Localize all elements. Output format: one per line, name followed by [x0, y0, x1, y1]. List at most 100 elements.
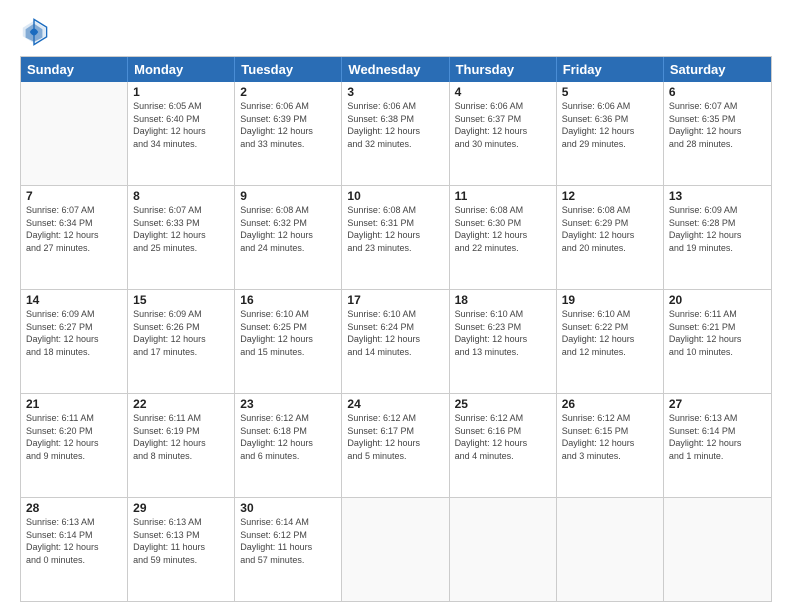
- day-cell-17: 17Sunrise: 6:10 AM Sunset: 6:24 PM Dayli…: [342, 290, 449, 393]
- calendar-body: 1Sunrise: 6:05 AM Sunset: 6:40 PM Daylig…: [21, 82, 771, 601]
- day-number: 18: [455, 293, 551, 307]
- day-cell-1: 1Sunrise: 6:05 AM Sunset: 6:40 PM Daylig…: [128, 82, 235, 185]
- weekday-header-saturday: Saturday: [664, 57, 771, 82]
- day-info: Sunrise: 6:11 AM Sunset: 6:19 PM Dayligh…: [133, 412, 229, 462]
- calendar-header: SundayMondayTuesdayWednesdayThursdayFrid…: [21, 57, 771, 82]
- day-number: 15: [133, 293, 229, 307]
- day-number: 10: [347, 189, 443, 203]
- day-number: 7: [26, 189, 122, 203]
- day-info: Sunrise: 6:13 AM Sunset: 6:13 PM Dayligh…: [133, 516, 229, 566]
- day-info: Sunrise: 6:10 AM Sunset: 6:22 PM Dayligh…: [562, 308, 658, 358]
- day-cell-23: 23Sunrise: 6:12 AM Sunset: 6:18 PM Dayli…: [235, 394, 342, 497]
- weekday-header-sunday: Sunday: [21, 57, 128, 82]
- day-info: Sunrise: 6:09 AM Sunset: 6:26 PM Dayligh…: [133, 308, 229, 358]
- day-number: 16: [240, 293, 336, 307]
- day-cell-5: 5Sunrise: 6:06 AM Sunset: 6:36 PM Daylig…: [557, 82, 664, 185]
- empty-cell-4-4: [450, 498, 557, 601]
- day-info: Sunrise: 6:07 AM Sunset: 6:35 PM Dayligh…: [669, 100, 766, 150]
- day-info: Sunrise: 6:14 AM Sunset: 6:12 PM Dayligh…: [240, 516, 336, 566]
- day-number: 21: [26, 397, 122, 411]
- logo: [20, 18, 52, 46]
- day-number: 14: [26, 293, 122, 307]
- weekday-header-tuesday: Tuesday: [235, 57, 342, 82]
- day-cell-8: 8Sunrise: 6:07 AM Sunset: 6:33 PM Daylig…: [128, 186, 235, 289]
- day-cell-4: 4Sunrise: 6:06 AM Sunset: 6:37 PM Daylig…: [450, 82, 557, 185]
- day-number: 5: [562, 85, 658, 99]
- weekday-header-friday: Friday: [557, 57, 664, 82]
- calendar-row-4: 28Sunrise: 6:13 AM Sunset: 6:14 PM Dayli…: [21, 498, 771, 601]
- day-number: 30: [240, 501, 336, 515]
- day-number: 24: [347, 397, 443, 411]
- day-number: 26: [562, 397, 658, 411]
- day-number: 29: [133, 501, 229, 515]
- header: [20, 18, 772, 46]
- calendar-row-0: 1Sunrise: 6:05 AM Sunset: 6:40 PM Daylig…: [21, 82, 771, 186]
- day-info: Sunrise: 6:09 AM Sunset: 6:28 PM Dayligh…: [669, 204, 766, 254]
- day-info: Sunrise: 6:12 AM Sunset: 6:15 PM Dayligh…: [562, 412, 658, 462]
- day-number: 23: [240, 397, 336, 411]
- day-number: 2: [240, 85, 336, 99]
- day-cell-16: 16Sunrise: 6:10 AM Sunset: 6:25 PM Dayli…: [235, 290, 342, 393]
- day-number: 25: [455, 397, 551, 411]
- day-info: Sunrise: 6:07 AM Sunset: 6:33 PM Dayligh…: [133, 204, 229, 254]
- day-cell-22: 22Sunrise: 6:11 AM Sunset: 6:19 PM Dayli…: [128, 394, 235, 497]
- day-number: 27: [669, 397, 766, 411]
- calendar-row-3: 21Sunrise: 6:11 AM Sunset: 6:20 PM Dayli…: [21, 394, 771, 498]
- weekday-header-thursday: Thursday: [450, 57, 557, 82]
- day-info: Sunrise: 6:10 AM Sunset: 6:24 PM Dayligh…: [347, 308, 443, 358]
- day-cell-13: 13Sunrise: 6:09 AM Sunset: 6:28 PM Dayli…: [664, 186, 771, 289]
- day-number: 3: [347, 85, 443, 99]
- day-info: Sunrise: 6:08 AM Sunset: 6:30 PM Dayligh…: [455, 204, 551, 254]
- empty-cell-4-6: [664, 498, 771, 601]
- day-info: Sunrise: 6:10 AM Sunset: 6:25 PM Dayligh…: [240, 308, 336, 358]
- calendar: SundayMondayTuesdayWednesdayThursdayFrid…: [20, 56, 772, 602]
- day-number: 11: [455, 189, 551, 203]
- day-number: 8: [133, 189, 229, 203]
- day-info: Sunrise: 6:10 AM Sunset: 6:23 PM Dayligh…: [455, 308, 551, 358]
- day-cell-7: 7Sunrise: 6:07 AM Sunset: 6:34 PM Daylig…: [21, 186, 128, 289]
- day-cell-12: 12Sunrise: 6:08 AM Sunset: 6:29 PM Dayli…: [557, 186, 664, 289]
- day-info: Sunrise: 6:11 AM Sunset: 6:20 PM Dayligh…: [26, 412, 122, 462]
- day-cell-3: 3Sunrise: 6:06 AM Sunset: 6:38 PM Daylig…: [342, 82, 449, 185]
- day-cell-10: 10Sunrise: 6:08 AM Sunset: 6:31 PM Dayli…: [342, 186, 449, 289]
- day-info: Sunrise: 6:05 AM Sunset: 6:40 PM Dayligh…: [133, 100, 229, 150]
- day-number: 19: [562, 293, 658, 307]
- day-number: 20: [669, 293, 766, 307]
- day-info: Sunrise: 6:08 AM Sunset: 6:31 PM Dayligh…: [347, 204, 443, 254]
- empty-cell-4-5: [557, 498, 664, 601]
- day-cell-25: 25Sunrise: 6:12 AM Sunset: 6:16 PM Dayli…: [450, 394, 557, 497]
- day-info: Sunrise: 6:09 AM Sunset: 6:27 PM Dayligh…: [26, 308, 122, 358]
- day-info: Sunrise: 6:11 AM Sunset: 6:21 PM Dayligh…: [669, 308, 766, 358]
- empty-cell-4-3: [342, 498, 449, 601]
- calendar-row-2: 14Sunrise: 6:09 AM Sunset: 6:27 PM Dayli…: [21, 290, 771, 394]
- day-info: Sunrise: 6:12 AM Sunset: 6:16 PM Dayligh…: [455, 412, 551, 462]
- day-cell-29: 29Sunrise: 6:13 AM Sunset: 6:13 PM Dayli…: [128, 498, 235, 601]
- day-number: 1: [133, 85, 229, 99]
- day-number: 28: [26, 501, 122, 515]
- day-number: 22: [133, 397, 229, 411]
- day-info: Sunrise: 6:12 AM Sunset: 6:18 PM Dayligh…: [240, 412, 336, 462]
- day-info: Sunrise: 6:13 AM Sunset: 6:14 PM Dayligh…: [669, 412, 766, 462]
- logo-icon: [20, 18, 48, 46]
- day-cell-19: 19Sunrise: 6:10 AM Sunset: 6:22 PM Dayli…: [557, 290, 664, 393]
- day-number: 4: [455, 85, 551, 99]
- day-cell-9: 9Sunrise: 6:08 AM Sunset: 6:32 PM Daylig…: [235, 186, 342, 289]
- weekday-header-monday: Monday: [128, 57, 235, 82]
- day-info: Sunrise: 6:06 AM Sunset: 6:37 PM Dayligh…: [455, 100, 551, 150]
- day-cell-11: 11Sunrise: 6:08 AM Sunset: 6:30 PM Dayli…: [450, 186, 557, 289]
- day-cell-21: 21Sunrise: 6:11 AM Sunset: 6:20 PM Dayli…: [21, 394, 128, 497]
- day-info: Sunrise: 6:06 AM Sunset: 6:36 PM Dayligh…: [562, 100, 658, 150]
- day-cell-24: 24Sunrise: 6:12 AM Sunset: 6:17 PM Dayli…: [342, 394, 449, 497]
- calendar-row-1: 7Sunrise: 6:07 AM Sunset: 6:34 PM Daylig…: [21, 186, 771, 290]
- day-cell-20: 20Sunrise: 6:11 AM Sunset: 6:21 PM Dayli…: [664, 290, 771, 393]
- day-info: Sunrise: 6:08 AM Sunset: 6:29 PM Dayligh…: [562, 204, 658, 254]
- empty-cell-0-0: [21, 82, 128, 185]
- day-number: 13: [669, 189, 766, 203]
- page: SundayMondayTuesdayWednesdayThursdayFrid…: [0, 0, 792, 612]
- weekday-header-wednesday: Wednesday: [342, 57, 449, 82]
- day-cell-26: 26Sunrise: 6:12 AM Sunset: 6:15 PM Dayli…: [557, 394, 664, 497]
- day-cell-28: 28Sunrise: 6:13 AM Sunset: 6:14 PM Dayli…: [21, 498, 128, 601]
- day-info: Sunrise: 6:08 AM Sunset: 6:32 PM Dayligh…: [240, 204, 336, 254]
- day-info: Sunrise: 6:12 AM Sunset: 6:17 PM Dayligh…: [347, 412, 443, 462]
- day-cell-15: 15Sunrise: 6:09 AM Sunset: 6:26 PM Dayli…: [128, 290, 235, 393]
